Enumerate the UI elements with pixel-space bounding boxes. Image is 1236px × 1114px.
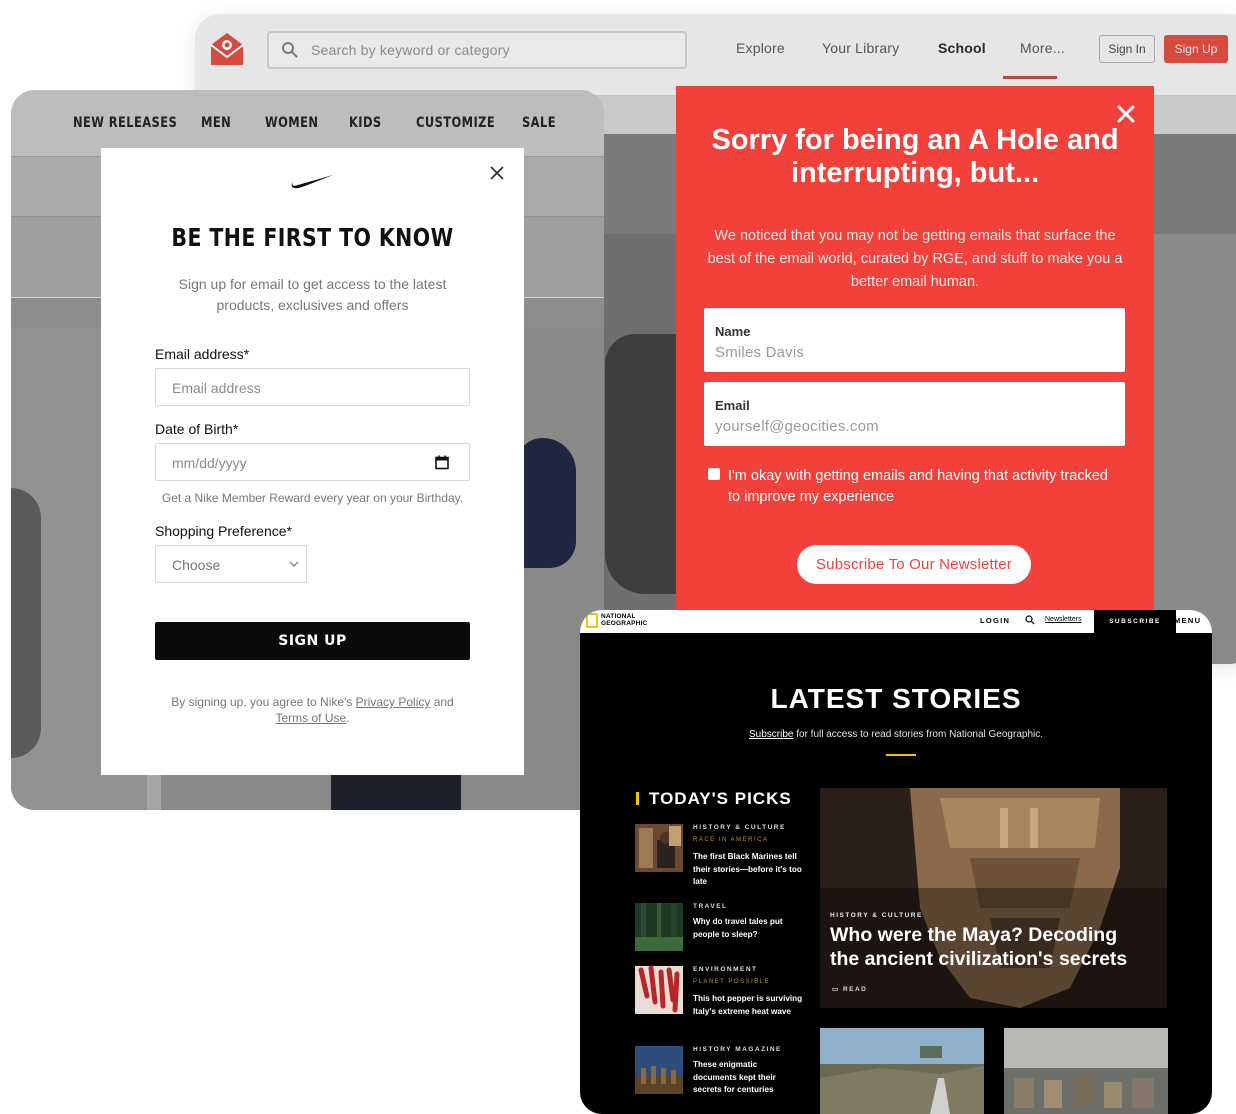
modal-title: Sorry for being an A Hole and interrupti… <box>711 124 1119 189</box>
story-thumbnail <box>635 824 683 872</box>
natgeo-header: NATIONAL GEOGRAPHIC LOGIN Newsletters SU… <box>580 610 1212 633</box>
pick-title[interactable]: Why do travel tales put people to sleep? <box>693 916 803 941</box>
story-thumbnail <box>635 903 683 951</box>
calendar-icon[interactable] <box>435 455 449 470</box>
legal-prefix: By signing up, you agree to Nike's <box>171 695 356 709</box>
email-input[interactable]: Email address <box>155 368 470 406</box>
envelope-logo-icon[interactable] <box>209 31 245 67</box>
search-icon <box>282 42 298 58</box>
sign-in-button[interactable]: Sign In <box>1099 35 1155 63</box>
terms-of-use-link[interactable]: Terms of Use <box>275 711 346 725</box>
legal-text: By signing up, you agree to Nike's Priva… <box>151 694 474 726</box>
subscribe-button[interactable]: SUBSCRIBE <box>1094 610 1176 633</box>
nav-women[interactable]: WOMEN <box>265 115 318 131</box>
dob-label: Date of Birth* <box>155 421 239 437</box>
chevron-down-icon <box>289 561 299 568</box>
nav-sale[interactable]: SALE <box>522 115 556 131</box>
logo-line-1: NATIONAL <box>601 613 636 620</box>
legal-suffix: . <box>346 711 350 725</box>
natgeo-logo-text[interactable]: NATIONAL GEOGRAPHIC <box>601 613 647 627</box>
dob-placeholder: mm/dd/yyyy <box>172 455 247 471</box>
hero-category: HISTORY & CULTURE <box>830 912 923 919</box>
modal-subheading: Sign up for email to get access to the l… <box>178 276 447 313</box>
modal-description: We noticed that you may not be getting e… <box>707 228 1123 290</box>
search-bar[interactable]: Search by keyword or category <box>267 31 687 69</box>
email-label: Email address* <box>155 346 250 362</box>
nav-men[interactable]: MEN <box>201 115 231 131</box>
birthday-hint: Get a Nike Member Reward every year on y… <box>161 491 464 505</box>
nav-your-library[interactable]: Your Library <box>822 40 899 56</box>
model-image <box>516 438 576 568</box>
pick-title[interactable]: This hot pepper is surviving Italy's ext… <box>693 993 803 1018</box>
pick-category: ENVIRONMENT <box>693 966 758 973</box>
legal-and: and <box>430 695 454 709</box>
newsletter-modal: Sorry for being an A Hole and interrupti… <box>676 86 1154 656</box>
story-thumbnail[interactable] <box>820 1028 984 1114</box>
email-site-header: Search by keyword or category Explore Yo… <box>195 14 1236 96</box>
shopping-pref-value: Choose <box>172 557 221 573</box>
pick-category: TRAVEL <box>693 903 728 910</box>
close-icon[interactable] <box>1114 102 1138 126</box>
email-label: Email <box>715 398 750 413</box>
consent-checkbox[interactable] <box>708 468 720 480</box>
subscribe-link[interactable]: Subscribe <box>749 729 793 740</box>
latest-stories-heading: LATEST STORIES <box>770 683 1022 714</box>
menu-button[interactable]: MENU <box>1174 616 1201 625</box>
login-link[interactable]: LOGIN <box>980 616 1010 625</box>
privacy-policy-link[interactable]: Privacy Policy <box>356 695 431 709</box>
subscribe-tagline: Subscribe for full access to read storie… <box>580 729 1212 740</box>
consent-text: I'm okay with getting emails and having … <box>728 468 1108 505</box>
subscribe-button[interactable]: Subscribe To Our Newsletter <box>797 545 1031 584</box>
story-thumbnail <box>635 966 683 1014</box>
nike-signup-modal: BE THE FIRST TO KNOW Sign up for email t… <box>101 148 524 775</box>
nav-more[interactable]: More... <box>1020 40 1065 56</box>
nav-customize[interactable]: CUSTOMIZE <box>416 115 495 131</box>
yellow-divider <box>886 754 916 756</box>
pick-title[interactable]: The first Black Marines tell their stori… <box>693 851 803 889</box>
logo-line-2: GEOGRAPHIC <box>601 620 648 627</box>
sign-up-button[interactable]: SIGN UP <box>155 622 470 660</box>
pick-subcategory: PLANET POSSIBLE <box>693 979 771 985</box>
natgeo-yellow-border-logo-icon[interactable] <box>586 613 598 628</box>
shopping-pref-select[interactable]: Choose <box>155 545 307 583</box>
nike-swoosh-logo-icon <box>291 175 333 189</box>
pick-title[interactable]: These enigmatic documents kept their sec… <box>693 1059 803 1097</box>
background-image <box>605 334 685 594</box>
natgeo-site-window: NATIONAL GEOGRAPHIC LOGIN Newsletters SU… <box>580 610 1212 1114</box>
hero-story-image[interactable] <box>820 788 1167 1008</box>
story-thumbnail[interactable] <box>1004 1028 1168 1114</box>
name-field[interactable]: Name Smiles Davis <box>704 308 1125 372</box>
model-image <box>11 488 41 758</box>
modal-heading: BE THE FIRST TO KNOW <box>171 223 454 252</box>
name-label: Name <box>715 324 751 339</box>
sign-up-button[interactable]: Sign Up <box>1164 35 1228 63</box>
story-thumbnail <box>635 1046 683 1094</box>
tagline-text: for full access to read stories from Nat… <box>793 729 1044 740</box>
pick-category: HISTORY & CULTURE <box>693 824 786 831</box>
search-placeholder: Search by keyword or category <box>311 42 510 58</box>
nike-nav: NEW RELEASES MEN WOMEN KIDS CUSTOMIZE SA… <box>11 90 604 156</box>
pick-category: HISTORY MAGAZINE <box>693 1046 782 1053</box>
nav-school[interactable]: School <box>938 40 986 56</box>
nav-new-releases[interactable]: NEW RELEASES <box>73 115 177 131</box>
nav-explore[interactable]: Explore <box>736 40 785 56</box>
read-label: READ <box>842 986 868 993</box>
shopping-pref-label: Shopping Preference* <box>155 523 292 539</box>
pick-subcategory: RACE IN AMERICA <box>693 837 769 843</box>
dob-input[interactable]: mm/dd/yyyy <box>155 443 470 481</box>
search-icon[interactable] <box>1025 615 1035 625</box>
email-placeholder: Email address <box>172 380 261 396</box>
nav-kids[interactable]: KIDS <box>349 115 382 131</box>
picks-accent-bar <box>636 792 639 805</box>
email-placeholder: yourself@geocities.com <box>715 418 879 435</box>
hero-title[interactable]: Who were the Maya? Decoding the ancient … <box>830 923 1150 971</box>
close-icon[interactable] <box>490 166 504 180</box>
name-placeholder: Smiles Davis <box>715 344 805 361</box>
nav-active-underline <box>1003 76 1057 79</box>
hero-read-link[interactable]: ▭ READ <box>832 985 867 993</box>
newsletters-link[interactable]: Newsletters <box>1045 616 1082 623</box>
todays-picks-heading: TODAY'S PICKS <box>649 789 792 808</box>
email-field[interactable]: Email yourself@geocities.com <box>704 382 1125 446</box>
